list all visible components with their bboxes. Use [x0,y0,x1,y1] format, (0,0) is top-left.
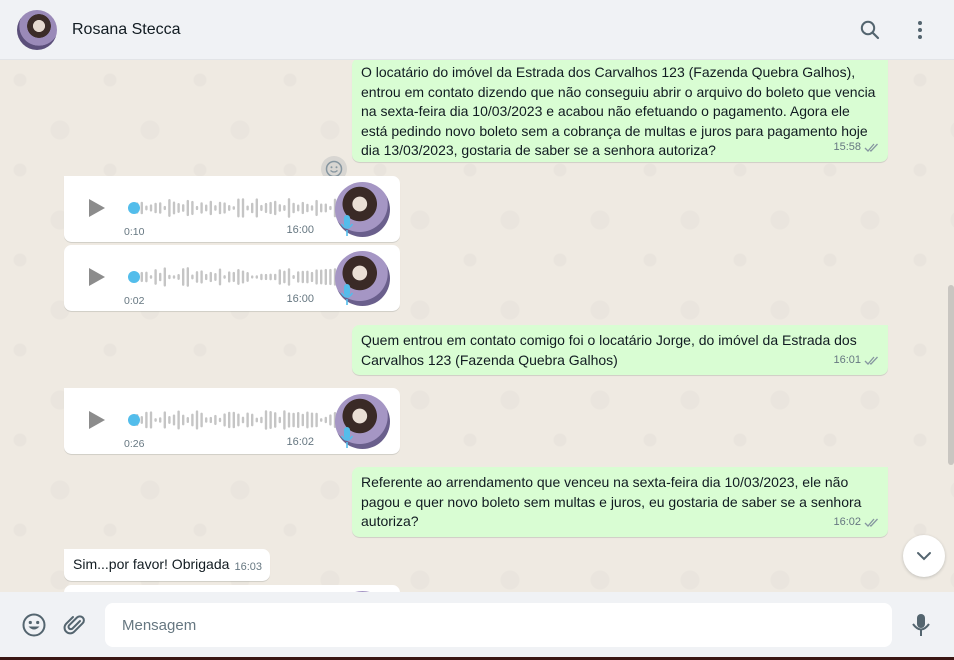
scroll-to-bottom-button[interactable] [903,535,945,577]
voice-message[interactable]: 0:02 16:00 [64,245,400,311]
attach-icon[interactable] [62,612,88,638]
message-time: 16:00 [286,293,314,305]
composer [0,592,954,660]
microphone-icon [340,427,354,448]
message-list[interactable]: O locatário do imóvel da Estrada dos Car… [0,60,954,592]
message-bubble-incoming[interactable]: Sim...por favor! Obrigada 16:03 [64,549,270,581]
audio-duration: 0:02 [124,295,145,307]
read-ticks-icon [864,356,878,365]
message-time: 16:02 [833,515,861,528]
play-icon[interactable] [84,408,108,432]
message-text: Referente ao arrendamento que venceu na … [361,474,862,529]
message-time: 16:02 [286,436,314,448]
menu-dots-icon[interactable] [908,18,932,42]
message-meta: 16:02 [833,513,880,533]
message-text: Quem entrou em contato comigo foi o loca… [361,332,857,368]
message-text: O locatário do imóvel da Estrada dos Car… [361,64,876,158]
message-time: 16:03 [234,560,262,573]
read-ticks-icon [864,143,878,152]
message-time: 15:58 [833,140,861,153]
message-meta: 16:03 [234,558,262,578]
contact-avatar[interactable] [17,10,57,50]
message-meta: 15:58 [833,138,880,158]
play-icon[interactable] [84,196,108,220]
read-ticks-icon [864,518,878,527]
microphone-icon [340,284,354,305]
message-bubble-outgoing[interactable]: Referente ao arrendamento que venceu na … [352,467,888,537]
chat-header: Rosana Stecca [0,0,954,60]
message-input[interactable] [105,603,892,647]
message-meta: 16:01 [833,351,880,371]
audio-duration: 0:10 [124,226,145,238]
microphone-icon[interactable] [908,612,934,638]
voice-message[interactable]: 0:10 16:00 [64,176,400,242]
audio-duration: 0:26 [124,438,145,450]
emoji-icon[interactable] [21,612,47,638]
message-bubble-outgoing[interactable]: Quem entrou em contato comigo foi o loca… [352,325,888,375]
message-bubble-outgoing[interactable]: O locatário do imóvel da Estrada dos Car… [352,60,888,162]
contact-name[interactable]: Rosana Stecca [72,21,181,39]
voice-message[interactable] [64,585,400,592]
voice-message[interactable]: 0:26 16:02 [64,388,400,454]
search-icon[interactable] [858,18,882,42]
chevron-down-icon [917,552,931,561]
microphone-icon [340,215,354,236]
play-icon[interactable] [84,265,108,289]
message-time: 16:01 [833,353,861,366]
message-time: 16:00 [286,224,314,236]
message-text: Sim...por favor! Obrigada [73,556,230,572]
scrollbar-thumb[interactable] [948,285,954,465]
